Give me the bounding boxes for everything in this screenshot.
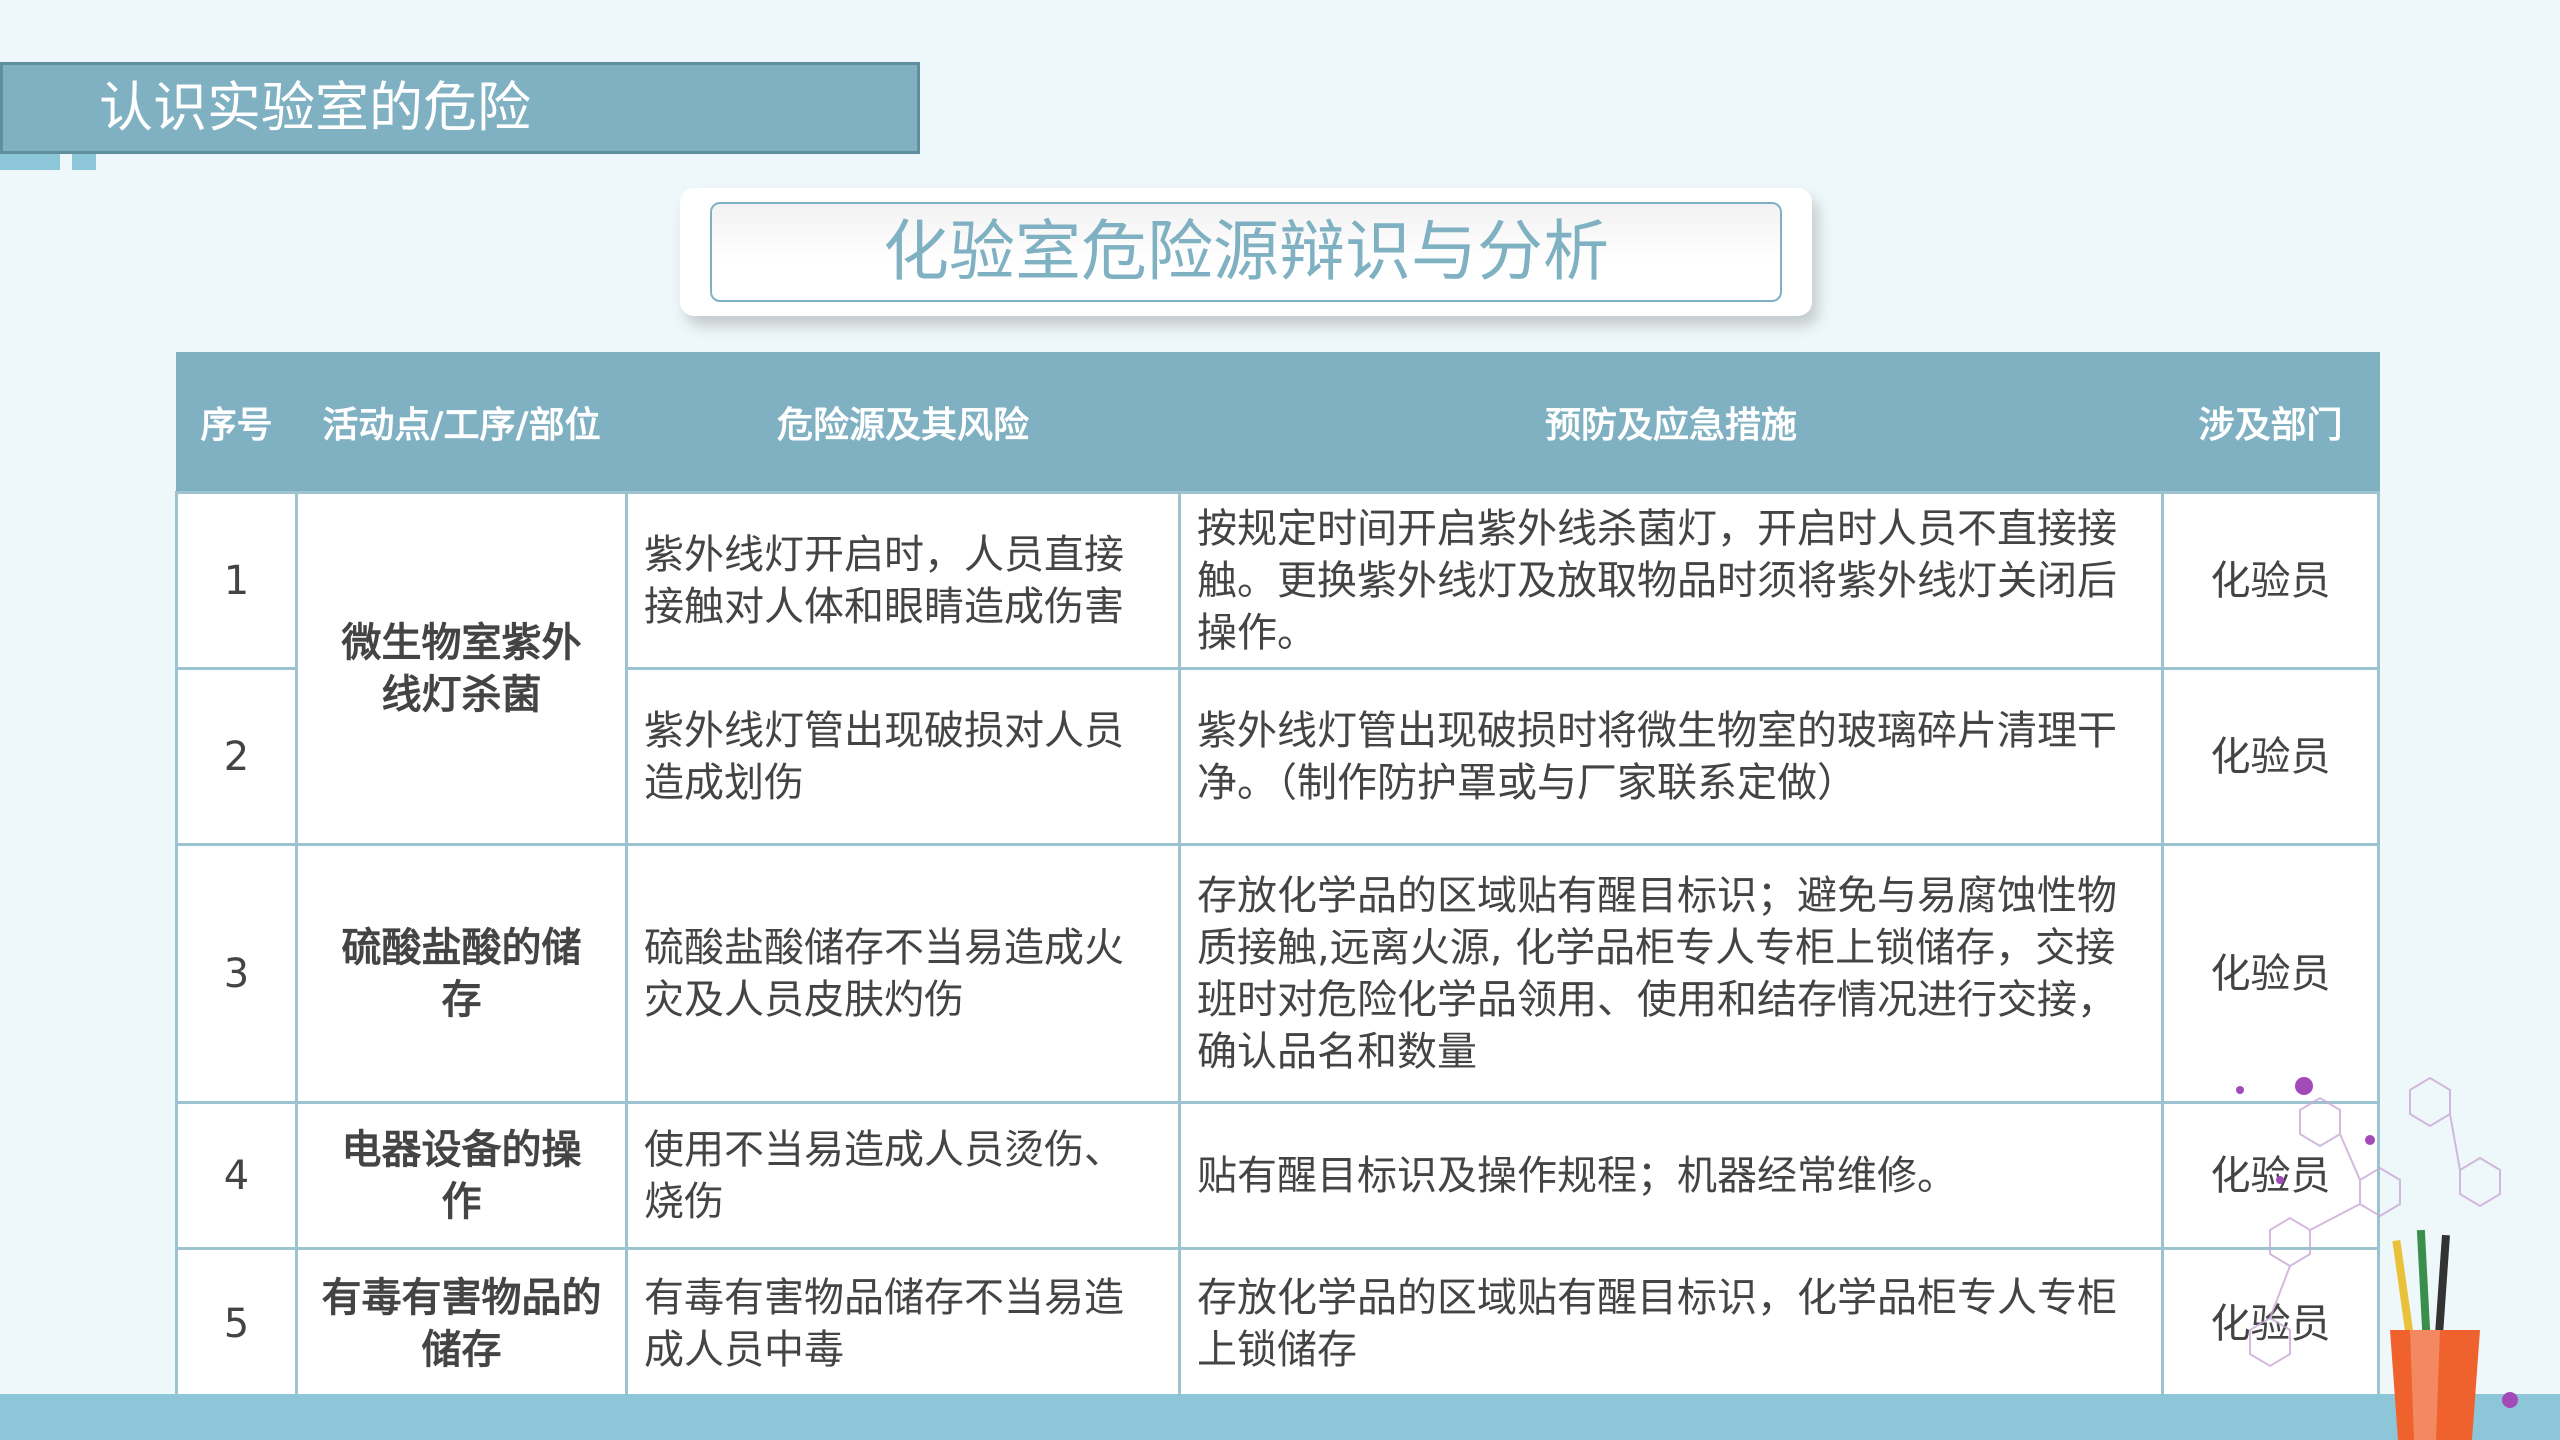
col-header-number: 序号 bbox=[175, 352, 298, 493]
row-number: 5 bbox=[175, 1247, 298, 1400]
col-header-risk: 危险源及其风险 bbox=[625, 352, 1181, 493]
subtitle-text: 化验室危险源辩识与分析 bbox=[710, 202, 1782, 302]
table-row: 5 有毒有害物品的储存 有毒有害物品储存不当易造成人员中毒 存放化学品的区域贴有… bbox=[175, 1247, 2380, 1400]
section-title: 认识实验室的危险 bbox=[0, 62, 920, 154]
col-header-dept: 涉及部门 bbox=[2161, 352, 2380, 493]
table-header-row: 序号 活动点/工序/部位 危险源及其风险 预防及应急措施 涉及部门 bbox=[175, 352, 2380, 493]
risk-cell: 使用不当易造成人员烫伤、烧伤 bbox=[625, 1101, 1181, 1250]
table-row: 1 微生物室紫外线灯杀菌 紫外线灯开启时，人员直接接触对人体和眼睛造成伤害 按规… bbox=[175, 491, 2380, 846]
measure-cell: 存放化学品的区域贴有醒目标识；避免与易腐蚀性物质接触,远离火源, 化学品柜专人专… bbox=[1178, 843, 2164, 1104]
measure-cell: 紫外线灯管出现破损时将微生物室的玻璃碎片清理干净。（制作防护罩或与厂家联系定做） bbox=[1178, 667, 2164, 846]
dept-cell: 化验员 bbox=[2161, 667, 2380, 846]
row-number: 4 bbox=[175, 1101, 298, 1250]
chemistry-molecules-pencil-cup-icon bbox=[2236, 1076, 2518, 1440]
risk-cell: 有毒有害物品储存不当易造成人员中毒 bbox=[625, 1247, 1181, 1400]
measure-cell: 按规定时间开启紫外线杀菌灯，开启时人员不直接接触。更换紫外线灯及放取物品时须将紫… bbox=[1178, 491, 2164, 670]
activity-cell: 微生物室紫外线灯杀菌 bbox=[295, 491, 628, 846]
row-number: 2 bbox=[175, 667, 298, 846]
table-row: 4 电器设备的操作 使用不当易造成人员烫伤、烧伤 贴有醒目标识及操作规程；机器经… bbox=[175, 1101, 2380, 1250]
risk-cell: 硫酸盐酸储存不当易造成火灾及人员皮肤灼伤 bbox=[625, 843, 1181, 1104]
risk-cell: 紫外线灯开启时，人员直接接触对人体和眼睛造成伤害 bbox=[625, 491, 1181, 670]
row-number: 1 bbox=[175, 491, 298, 670]
measure-cell: 贴有醒目标识及操作规程；机器经常维修。 bbox=[1178, 1101, 2164, 1250]
activity-cell: 电器设备的操作 bbox=[295, 1101, 628, 1250]
col-header-activity: 活动点/工序/部位 bbox=[295, 352, 628, 493]
activity-cell: 硫酸盐酸的储存 bbox=[295, 843, 628, 1104]
hazard-table: 序号 活动点/工序/部位 危险源及其风险 预防及应急措施 涉及部门 1 微生物室… bbox=[175, 352, 2380, 1400]
header-deco-strip bbox=[0, 154, 60, 170]
footer-bar bbox=[0, 1394, 2560, 1440]
table-row: 3 硫酸盐酸的储存 硫酸盐酸储存不当易造成火灾及人员皮肤灼伤 存放化学品的区域贴… bbox=[175, 843, 2380, 1104]
risk-cell: 紫外线灯管出现破损对人员造成划伤 bbox=[625, 667, 1181, 846]
header-deco-strip-2 bbox=[72, 154, 96, 170]
col-header-measure: 预防及应急措施 bbox=[1178, 352, 2164, 493]
dept-cell: 化验员 bbox=[2161, 491, 2380, 670]
subtitle-box: 化验室危险源辩识与分析 bbox=[680, 188, 1812, 316]
measure-cell: 存放化学品的区域贴有醒目标识，化学品柜专人专柜上锁储存 bbox=[1178, 1247, 2164, 1400]
row-number: 3 bbox=[175, 843, 298, 1104]
activity-cell: 有毒有害物品的储存 bbox=[295, 1247, 628, 1400]
